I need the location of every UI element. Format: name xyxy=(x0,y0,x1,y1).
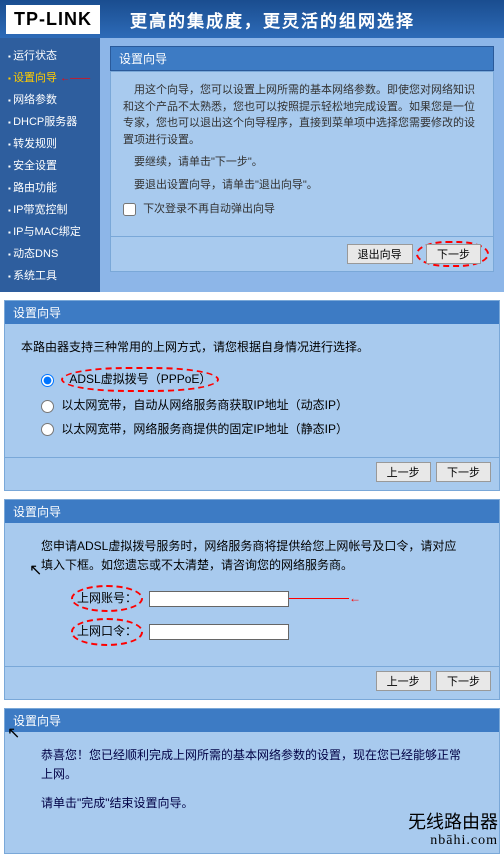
radio-static[interactable] xyxy=(41,423,54,436)
radio-pppoe[interactable] xyxy=(41,374,54,387)
exit-wizard-button[interactable]: 退出向导 xyxy=(347,244,413,264)
next-button-1[interactable]: 下一步 xyxy=(426,244,481,264)
header: TP-LINK 更高的集成度，更灵活的组网选择 xyxy=(0,0,504,38)
radio-dynamic[interactable] xyxy=(41,400,54,413)
sidebar-item-network[interactable]: 网络参数 xyxy=(0,88,100,110)
panel2-intro: 本路由器支持三种常用的上网方式，请您根据自身情况进行选择。 xyxy=(21,338,483,357)
prev-button-2[interactable]: 上一步 xyxy=(376,462,431,482)
auto-popup-checkbox[interactable] xyxy=(123,203,136,216)
password-label: 上网口令： xyxy=(77,622,137,641)
radio-dynamic-label: 以太网宽带，自动从网络服务商获取IP地址（动态IP） xyxy=(61,398,348,412)
sidebar-item-forward[interactable]: 转发规则 xyxy=(0,132,100,154)
panel3-title: 设置向导 xyxy=(5,500,499,523)
panel1-title: 设置向导 xyxy=(110,46,494,71)
radio-static-label: 以太网宽带，网络服务商提供的固定IP地址（静态IP） xyxy=(61,422,348,436)
panel1-text3: 要退出设置向导，请单击"退出向导"。 xyxy=(123,177,481,194)
next-button-3[interactable]: 下一步 xyxy=(436,671,491,691)
password-input[interactable] xyxy=(149,624,289,640)
prev-button-3[interactable]: 上一步 xyxy=(376,671,431,691)
panel3-intro: 您申请ADSL虚拟拨号服务时，网络服务商将提供给您上网帐号及口令，请对应填入下框… xyxy=(41,537,463,575)
banner-text: 更高的集成度，更灵活的组网选择 xyxy=(130,7,415,32)
account-input[interactable] xyxy=(149,591,289,607)
next-button-2[interactable]: 下一步 xyxy=(436,462,491,482)
radio-pppoe-label: ADSL虚拟拨号（PPPoE） xyxy=(61,367,219,392)
checkbox-label: 下次登录不再自动弹出向导 xyxy=(143,203,275,215)
sidebar-item-dhcp[interactable]: DHCP服务器 xyxy=(0,110,100,132)
panel1-text2: 要继续，请单击"下一步"。 xyxy=(123,154,481,171)
sidebar-item-bandwidth[interactable]: IP带宽控制 xyxy=(0,198,100,220)
sidebar: 运行状态 设置向导 ←—— 网络参数 DHCP服务器 转发规则 安全设置 路由功… xyxy=(0,38,100,292)
panel4-text2: 请单击"完成"结束设置向导。 xyxy=(41,794,463,813)
account-label: 上网账号： xyxy=(77,589,137,608)
sidebar-item-wizard[interactable]: 设置向导 ←—— xyxy=(0,66,100,88)
panel1-text1: 用这个向导，您可以设置上网所需的基本网络参数。即使您对网络知识和这个产品不太熟悉… xyxy=(123,82,481,148)
panel4-text1: 恭喜您！您已经顺利完成上网所需的基本网络参数的设置，现在您已经能够正常上网。 xyxy=(41,746,463,784)
panel4-title: 设置向导 xyxy=(5,709,499,732)
panel1-body: 用这个向导，您可以设置上网所需的基本网络参数。即使您对网络知识和这个产品不太熟悉… xyxy=(110,71,494,237)
sidebar-item-ipmac[interactable]: IP与MAC绑定 xyxy=(0,220,100,242)
panel2-title: 设置向导 xyxy=(5,301,499,324)
sidebar-item-security[interactable]: 安全设置 xyxy=(0,154,100,176)
sidebar-item-ddns[interactable]: 动态DNS xyxy=(0,242,100,264)
sidebar-item-system[interactable]: 系统工具 xyxy=(0,264,100,286)
sidebar-item-status[interactable]: 运行状态 xyxy=(0,44,100,66)
logo: TP-LINK xyxy=(6,5,100,34)
sidebar-item-routing[interactable]: 路由功能 xyxy=(0,176,100,198)
